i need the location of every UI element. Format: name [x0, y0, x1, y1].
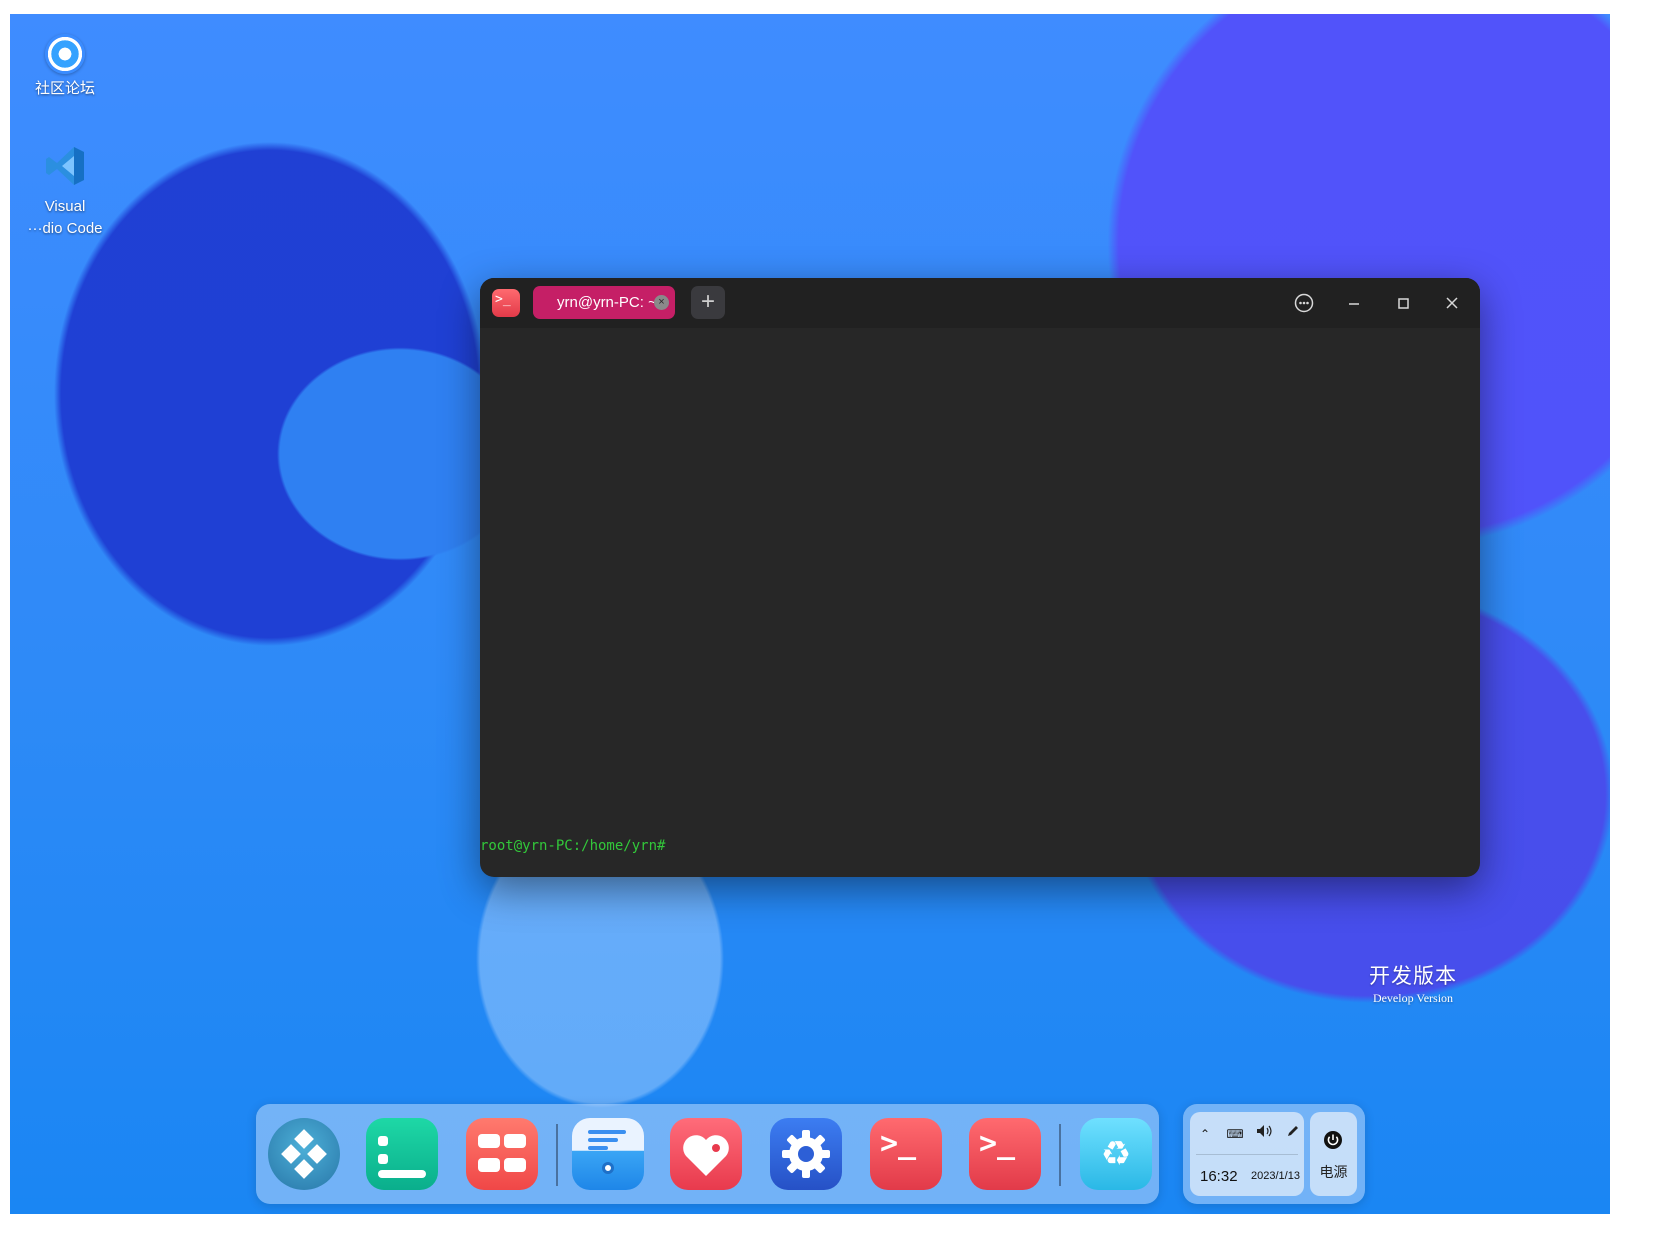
pen-icon[interactable] [1283, 1124, 1303, 1144]
tray-divider [1196, 1154, 1298, 1155]
power-label: 电源 [1319, 1164, 1348, 1180]
dock: >_ >_ ♻ [256, 1104, 1159, 1204]
launcher-icon[interactable] [268, 1118, 340, 1190]
tab-close-icon[interactable]: × [654, 295, 669, 310]
keyboard-icon[interactable]: ⌨ [1225, 1124, 1245, 1144]
maximize-icon[interactable] [1391, 291, 1415, 315]
develop-version-watermark: 开发版本 Develop Version [1358, 964, 1468, 1006]
tray-panel[interactable]: ⌃ ⌨ 16:32 2023/1/13 [1190, 1112, 1304, 1196]
tab-terminal[interactable]: yrn@yrn-PC: ~ × [533, 286, 675, 319]
gear-icon[interactable] [770, 1118, 842, 1190]
desktop-icon-vscode[interactable]: Visual ···dio Code [15, 144, 115, 240]
terminal-window[interactable]: >_ yrn@yrn-PC: ~ × + root@yrn-PC:/home/y… [480, 278, 1480, 877]
minimize-icon[interactable] [1342, 291, 1366, 315]
clock-date[interactable]: 2023/1/13 [1251, 1170, 1300, 1182]
terminal-prompt[interactable]: root@yrn-PC:/home/yrn# [480, 838, 665, 854]
desktop-icon-forum[interactable]: 社区论坛 [15, 24, 115, 100]
terminal-titlebar[interactable]: >_ yrn@yrn-PC: ~ × + [480, 278, 1480, 328]
recycle-bin-icon[interactable]: ♻ [1080, 1118, 1152, 1190]
chevron-up-icon[interactable]: ⌃ [1195, 1124, 1215, 1144]
new-tab-button[interactable]: + [691, 286, 725, 319]
terminal-app-icon: >_ [492, 289, 520, 317]
dock-separator [556, 1124, 558, 1186]
watermark-en: Develop Version [1372, 991, 1454, 1005]
vscode-icon [46, 147, 84, 185]
file-manager-icon[interactable] [572, 1118, 644, 1190]
volume-icon[interactable] [1255, 1124, 1275, 1144]
power-icon [1324, 1131, 1342, 1149]
favorite-tag-icon[interactable] [670, 1118, 742, 1190]
tab-label: yrn@yrn-PC: ~ [557, 294, 657, 311]
multitask-icon[interactable] [366, 1118, 438, 1190]
system-tray: ⌃ ⌨ 16:32 2023/1/13 电源 [1183, 1104, 1365, 1204]
terminal-icon[interactable]: >_ [969, 1118, 1041, 1190]
menu-icon[interactable] [1292, 291, 1316, 315]
desktop-icon-label: 社区论坛 [34, 80, 95, 97]
clock-time[interactable]: 16:32 [1200, 1168, 1238, 1185]
dock-separator [1059, 1124, 1061, 1186]
desktop-icon-label: Visual [44, 198, 86, 215]
app-store-icon[interactable] [466, 1118, 538, 1190]
deepin-forum-icon [45, 34, 85, 74]
desktop-icon-label: ···dio Code [27, 220, 103, 237]
power-button[interactable]: 电源 [1310, 1112, 1357, 1196]
terminal-icon[interactable]: >_ [870, 1118, 942, 1190]
watermark-cn: 开发版本 [1369, 965, 1457, 988]
close-icon[interactable] [1440, 291, 1464, 315]
